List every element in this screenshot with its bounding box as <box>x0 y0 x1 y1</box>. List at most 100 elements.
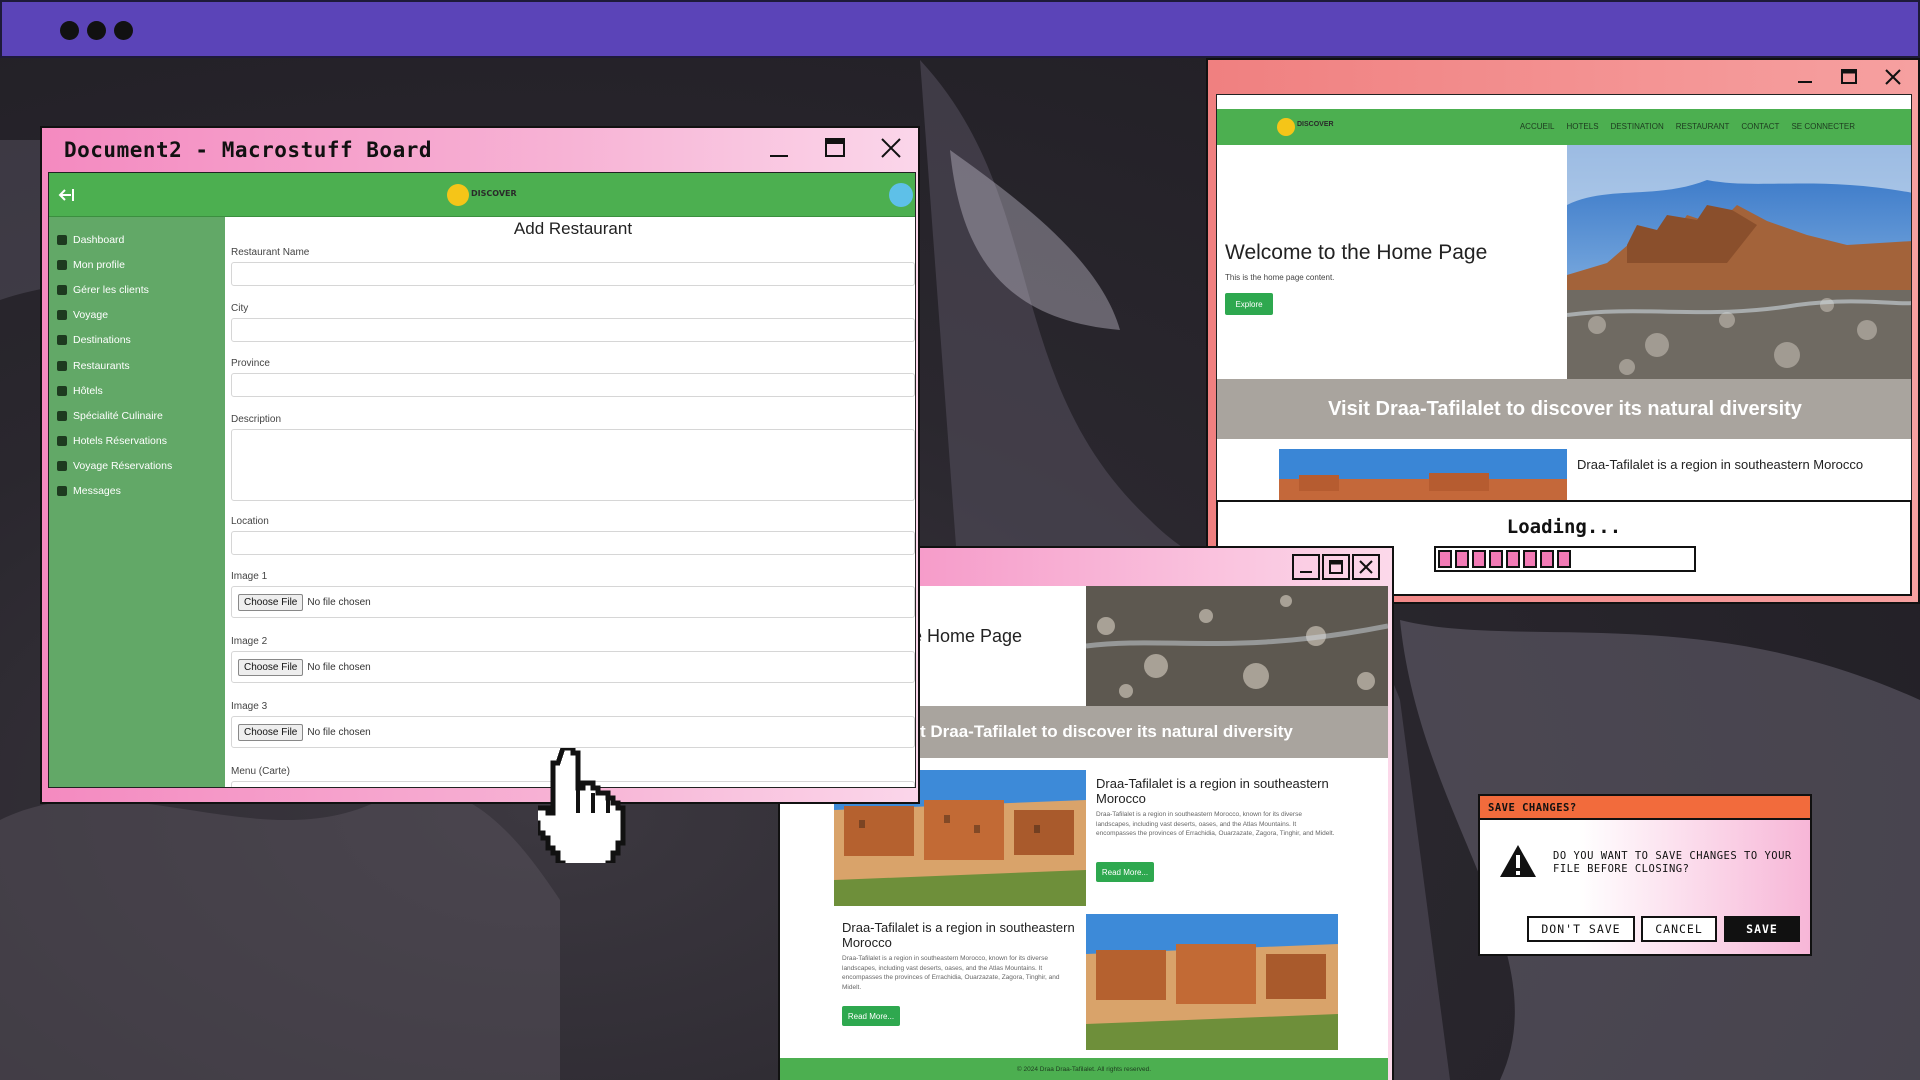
restaurant-name-input[interactable] <box>231 262 915 286</box>
card2-title: Draa-Tafilalet is a region in southeaste… <box>842 920 1075 950</box>
envelope-icon <box>57 486 67 497</box>
card-title: Draa-Tafilalet is a region in southeaste… <box>1577 457 1864 472</box>
sidebar-item-dashboard[interactable]: Dashboard <box>49 227 225 252</box>
hero-title: Welcome to the Home Page <box>1225 241 1488 264</box>
site-nav-links: ACCUEIL HOTELS DESTINATION RESTAURANT CO… <box>1520 122 1855 131</box>
no-file-text: No file chosen <box>307 726 371 738</box>
window-dot-icon <box>60 21 79 40</box>
save-button[interactable]: SAVE <box>1724 916 1800 942</box>
maximize-button[interactable] <box>1322 554 1350 580</box>
minimize-button[interactable] <box>1292 554 1320 580</box>
maximize-button[interactable] <box>820 133 850 163</box>
book-icon <box>57 436 67 447</box>
city-label: City <box>231 303 249 314</box>
promo-band: t Draa-Tafilalet to discover its natural… <box>912 706 1388 758</box>
explore-button[interactable]: Explore <box>1225 293 1273 315</box>
window-dot-icon <box>87 21 106 40</box>
no-file-text: No file chosen <box>307 661 371 673</box>
close-button[interactable] <box>876 133 906 163</box>
minimize-button[interactable] <box>764 133 794 163</box>
dialog-title: SAVE CHANGES? <box>1480 796 1810 820</box>
add-restaurant-form: Add Restaurant Restaurant Name City Prov… <box>231 217 915 787</box>
sidebar-item-label: Mon profile <box>73 258 125 271</box>
no-file-text: No file chosen <box>307 596 371 608</box>
sidebar-item-voyage-reservations[interactable]: Voyage Réservations <box>49 454 225 479</box>
dashboard-icon <box>57 234 67 245</box>
read-more-button[interactable]: Read More... <box>842 1006 900 1026</box>
city-input[interactable] <box>231 318 915 342</box>
choose-file-button[interactable]: Choose File <box>238 593 304 611</box>
nav-link-login[interactable]: SE CONNECTER <box>1791 122 1855 131</box>
dont-save-button[interactable]: DON'T SAVE <box>1527 916 1635 942</box>
image2-label: Image 2 <box>231 636 268 647</box>
sidebar-item-messages[interactable]: Messages <box>49 479 225 504</box>
hand-cursor-icon <box>538 748 626 863</box>
nav-link-restaurant[interactable]: RESTAURANT <box>1676 122 1730 131</box>
image1-label: Image 1 <box>231 571 268 582</box>
sidebar-item-hotels[interactable]: Hôtels <box>49 378 225 403</box>
sidebar-item-label: Dashboard <box>73 233 125 246</box>
sidebar-item-label: Restaurants <box>73 359 130 372</box>
maximize-button[interactable] <box>1834 62 1864 92</box>
sidebar-item-label: Spécialité Culinaire <box>73 409 163 422</box>
back-arrow-icon[interactable] <box>57 186 75 204</box>
location-input[interactable] <box>231 531 915 555</box>
nav-link-contact[interactable]: CONTACT <box>1741 122 1779 131</box>
minimize-button[interactable] <box>1790 62 1820 92</box>
hero-kasbah-image <box>1567 145 1911 379</box>
image2-file-input[interactable]: Choose File No file chosen <box>231 651 915 683</box>
logo-text: DISCOVER <box>471 189 517 198</box>
sidebar-item-hotel-reservations[interactable]: Hotels Réservations <box>49 429 225 454</box>
sidebar-item-destinations[interactable]: Destinations <box>49 328 225 353</box>
window-dot-icon <box>114 21 133 40</box>
loading-progress-bar <box>1434 546 1696 572</box>
location-label: Location <box>231 516 269 527</box>
nav-link-accueil[interactable]: ACCUEIL <box>1520 122 1555 131</box>
close-button[interactable] <box>1352 554 1380 580</box>
card2-kasbah-image <box>1086 914 1338 1050</box>
sidebar-item-culinaire[interactable]: Spécialité Culinaire <box>49 403 225 428</box>
description-label: Description <box>231 414 282 425</box>
image3-file-input[interactable]: Choose File No file chosen <box>231 716 915 748</box>
sidebar-item-label: Voyage <box>73 309 109 322</box>
sidebar-item-label: Voyage Réservations <box>73 460 173 473</box>
restaurant-name-label: Restaurant Name <box>231 247 310 258</box>
window-title: Document2 - Macrostuff Board <box>64 138 433 162</box>
dialog-message: DO YOU WANT TO SAVE CHANGES TO YOUR FILE… <box>1553 850 1792 875</box>
loading-text: Loading... <box>1506 516 1622 538</box>
cancel-button[interactable]: CANCEL <box>1641 916 1717 942</box>
hero-title-partial: e Home Page <box>912 626 1023 646</box>
hero-river-image <box>1086 586 1388 706</box>
avatar-icon[interactable] <box>889 183 913 207</box>
read-more-button[interactable]: Read More... <box>1096 862 1154 882</box>
sidebar-item-label: Hotels Réservations <box>73 435 167 448</box>
choose-file-button[interactable]: Choose File <box>238 723 304 741</box>
site-navbar: DISCOVER ACCUEIL HOTELS DESTINATION REST… <box>1217 109 1911 145</box>
province-label: Province <box>231 358 270 369</box>
building-icon <box>57 385 67 396</box>
choose-file-button[interactable]: Choose File <box>238 658 304 676</box>
logo-icon <box>447 184 469 206</box>
warning-icon <box>1500 845 1536 877</box>
admin-app: DISCOVER Dashboard Mon profile Gérer les… <box>48 172 916 788</box>
save-changes-dialog: SAVE CHANGES? DO YOU WANT TO SAVE CHANGE… <box>1478 794 1812 956</box>
utensils-icon <box>57 360 67 371</box>
nav-link-destination[interactable]: DESTINATION <box>1611 122 1664 131</box>
nav-link-hotels[interactable]: HOTELS <box>1567 122 1599 131</box>
website-page: DISCOVER ACCUEIL HOTELS DESTINATION REST… <box>1216 94 1912 558</box>
sidebar-item-label: Hôtels <box>73 384 103 397</box>
card1-title: Draa-Tafilalet is a region in southeaste… <box>1096 776 1329 806</box>
sidebar-item-clients[interactable]: Gérer les clients <box>49 277 225 302</box>
book-icon <box>57 461 67 472</box>
document-window: Document2 - Macrostuff Board DISCOVER Da… <box>40 126 920 804</box>
sidebar-item-voyage[interactable]: Voyage <box>49 303 225 328</box>
description-textarea[interactable] <box>231 429 915 501</box>
sidebar-item-restaurants[interactable]: Restaurants <box>49 353 225 378</box>
close-button[interactable] <box>1878 62 1908 92</box>
sidebar-item-profile[interactable]: Mon profile <box>49 252 225 277</box>
province-input[interactable] <box>231 373 915 397</box>
user-icon <box>57 259 67 270</box>
site-footer: © 2024 Draa Draa-Tafilalet. All rights r… <box>780 1058 1388 1080</box>
image1-file-input[interactable]: Choose File No file chosen <box>231 586 915 618</box>
promo-band: Visit Draa-Tafilalet to discover its nat… <box>1217 379 1911 439</box>
